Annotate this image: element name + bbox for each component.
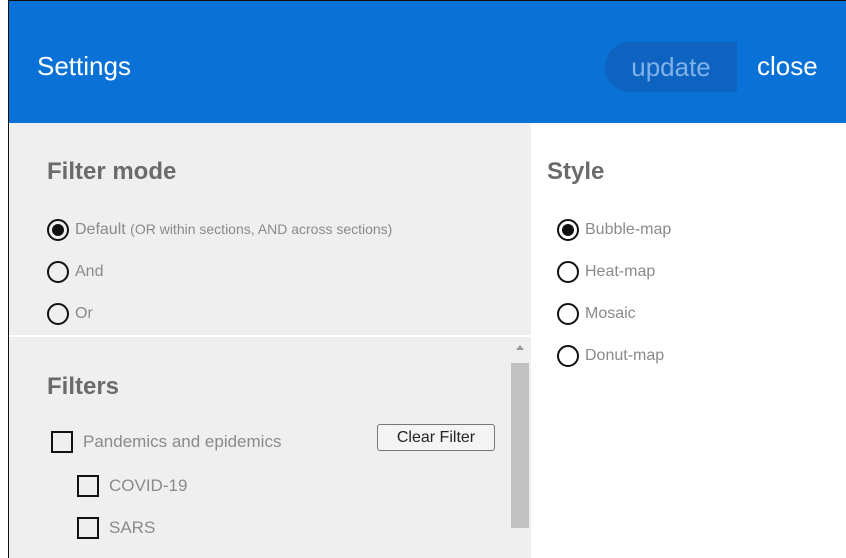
settings-title: Settings — [37, 51, 131, 81]
update-button[interactable]: update — [605, 42, 737, 92]
radio-label: Default (OR within sections, AND across … — [75, 221, 393, 238]
right-column: Style Bubble-map Heat-map Mosaic Donut-m… — [531, 123, 846, 558]
checkbox[interactable] — [77, 517, 99, 539]
filter-item-pandemics[interactable]: Pandemics and epidemics — [51, 431, 281, 453]
left-column: Filter mode Default (OR within sections,… — [9, 123, 531, 558]
radio-label: Mosaic — [585, 305, 636, 322]
settings-header: Settings update close — [9, 1, 846, 123]
radio-label: Donut-map — [585, 347, 665, 364]
style-heading: Style — [547, 158, 605, 185]
clear-filter-button[interactable]: Clear Filter — [377, 424, 495, 451]
radio-label: And — [75, 263, 104, 280]
radio-label: Bubble-map — [585, 221, 672, 238]
radio-label: Heat-map — [585, 263, 656, 280]
radio-option-default[interactable]: Default (OR within sections, AND across … — [47, 219, 392, 241]
radio-label: Or — [75, 305, 93, 322]
style-option-donut-map[interactable]: Donut-map — [557, 345, 664, 367]
radio-button[interactable] — [47, 261, 69, 283]
radio-button[interactable] — [557, 219, 579, 241]
settings-panel: Settings update close Filter mode Defaul… — [8, 0, 846, 558]
radio-option-or[interactable]: Or — [47, 303, 93, 325]
filters-heading: Filters — [47, 373, 120, 400]
close-button[interactable]: close — [757, 51, 818, 82]
radio-button[interactable] — [557, 345, 579, 367]
radio-button[interactable] — [557, 303, 579, 325]
scroll-up-arrow-icon[interactable] — [516, 345, 524, 350]
filter-item-sars[interactable]: SARS — [77, 517, 155, 539]
style-option-mosaic[interactable]: Mosaic — [557, 303, 636, 325]
radio-button[interactable] — [47, 219, 69, 241]
section-divider — [9, 335, 531, 337]
radio-option-and[interactable]: And — [47, 261, 103, 283]
checkbox-label: Pandemics and epidemics — [83, 432, 282, 451]
filter-item-covid19[interactable]: COVID-19 — [77, 475, 187, 497]
filter-mode-heading: Filter mode — [47, 158, 177, 185]
checkbox-label: SARS — [109, 518, 156, 537]
style-option-bubble-map[interactable]: Bubble-map — [557, 219, 671, 241]
checkbox-label: COVID-19 — [109, 476, 188, 495]
checkbox[interactable] — [51, 431, 73, 453]
radio-button[interactable] — [557, 261, 579, 283]
radio-button[interactable] — [47, 303, 69, 325]
checkbox[interactable] — [77, 475, 99, 497]
style-option-heat-map[interactable]: Heat-map — [557, 261, 655, 283]
scrollbar-thumb[interactable] — [511, 363, 529, 528]
